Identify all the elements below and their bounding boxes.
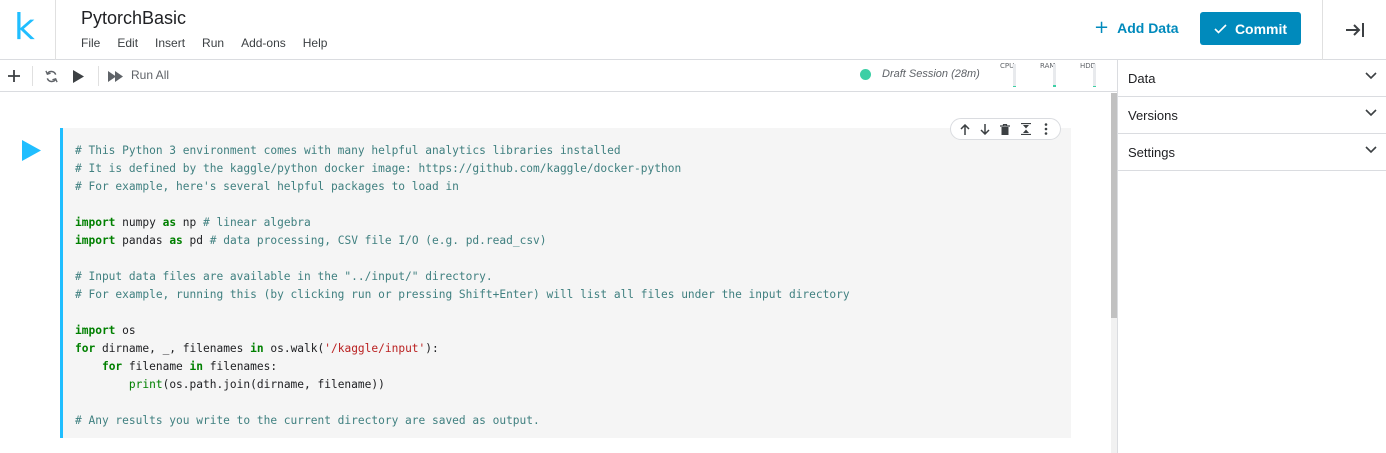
cpu-meter-fill xyxy=(1013,85,1016,87)
cell-toolbar xyxy=(950,118,1061,140)
menu-help[interactable]: Help xyxy=(303,36,328,50)
code-line: # For example, here's several helpful pa… xyxy=(75,180,459,193)
cpu-meter-track xyxy=(1013,64,1016,87)
play-icon[interactable] xyxy=(68,66,88,86)
add-data-button[interactable]: + Add Data xyxy=(1094,19,1179,37)
panel-section-label: Data xyxy=(1128,70,1156,86)
cpu-meter: CPU xyxy=(1000,62,1022,90)
play-icon xyxy=(22,140,41,161)
session-status-dot xyxy=(860,69,871,80)
commit-label: Commit xyxy=(1234,20,1288,37)
plus-icon[interactable] xyxy=(4,66,24,86)
panel-section-settings[interactable]: Settings xyxy=(1118,134,1386,171)
menu-add-ons[interactable]: Add-ons xyxy=(241,36,286,50)
plus-icon: + xyxy=(1094,17,1110,38)
code-line: # This Python 3 environment comes with m… xyxy=(75,144,621,157)
code-line: # It is defined by the kaggle/python doc… xyxy=(75,162,682,175)
more-vert-icon[interactable] xyxy=(1037,120,1055,138)
code-line: import numpy as np # linear algebra xyxy=(75,216,311,229)
toolbar-divider xyxy=(98,66,99,86)
fast-forward-icon[interactable] xyxy=(106,66,126,86)
settings-panel: Data Versions Settings xyxy=(1117,60,1386,453)
menu-insert[interactable]: Insert xyxy=(155,36,185,50)
commit-button[interactable]: Commit xyxy=(1200,12,1301,45)
panel-section-label: Versions xyxy=(1128,107,1178,123)
ram-meter-label: RAM xyxy=(1040,62,1056,70)
panel-section-versions[interactable]: Versions xyxy=(1118,97,1386,134)
chevron-down-icon xyxy=(1365,109,1377,117)
panel-section-data[interactable]: Data xyxy=(1118,60,1386,97)
notebook-editor: # This Python 3 environment comes with m… xyxy=(0,93,1111,453)
trash-icon[interactable] xyxy=(996,120,1014,138)
code-line: # Input data files are available in the … xyxy=(75,270,493,283)
app-header: k PytorchBasic File Edit Insert Run Add-… xyxy=(0,0,1386,60)
run-all-button[interactable]: Run All xyxy=(131,68,169,82)
collapse-icon[interactable] xyxy=(1017,120,1035,138)
code-line: # Any results you write to the current d… xyxy=(75,414,540,427)
hdd-meter-label: HDD xyxy=(1080,62,1097,70)
code-editor[interactable]: # This Python 3 environment comes with m… xyxy=(75,142,850,430)
menu-run[interactable]: Run xyxy=(202,36,224,50)
session-status-label[interactable]: Draft Session (28m) xyxy=(882,68,980,80)
menu-edit[interactable]: Edit xyxy=(117,36,138,50)
panel-section-label: Settings xyxy=(1128,144,1175,160)
code-line: print(os.path.join(dirname, filename)) xyxy=(128,378,385,391)
toolbar-divider xyxy=(32,66,33,86)
code-line: for filename in filenames: xyxy=(101,360,278,373)
chevron-down-icon xyxy=(1365,72,1377,80)
menu-file[interactable]: File xyxy=(81,36,100,50)
collapse-panel-button[interactable] xyxy=(1322,0,1386,60)
ram-meter-track xyxy=(1053,64,1056,87)
hdd-meter-fill xyxy=(1093,85,1096,87)
menu-bar: File Edit Insert Run Add-ons Help xyxy=(81,36,344,50)
cpu-meter-label: CPU xyxy=(1000,62,1015,70)
arrow-down-icon[interactable] xyxy=(976,120,994,138)
refresh-icon[interactable] xyxy=(41,66,61,86)
code-cell[interactable]: # This Python 3 environment comes with m… xyxy=(60,128,1071,438)
run-cell-button[interactable] xyxy=(22,140,41,166)
add-data-label: Add Data xyxy=(1117,20,1179,36)
hdd-meter: HDD xyxy=(1080,62,1102,90)
ram-meter: RAM xyxy=(1040,62,1062,90)
code-line: import pandas as pd # data processing, C… xyxy=(75,234,547,247)
kaggle-logo[interactable]: k xyxy=(0,0,56,60)
chevron-down-icon xyxy=(1365,146,1377,154)
notebook-title[interactable]: PytorchBasic xyxy=(81,7,186,29)
hdd-meter-track xyxy=(1093,64,1096,87)
code-line: import os xyxy=(75,324,136,337)
logo-letter: k xyxy=(14,7,35,48)
collapse-right-icon xyxy=(1345,23,1364,37)
arrow-up-icon[interactable] xyxy=(956,120,974,138)
ram-meter-fill xyxy=(1053,85,1056,87)
check-icon xyxy=(1214,23,1227,34)
code-line: # For example, running this (by clicking… xyxy=(75,288,850,301)
code-line: for dirname, _, filenames in os.walk('/k… xyxy=(75,342,439,355)
